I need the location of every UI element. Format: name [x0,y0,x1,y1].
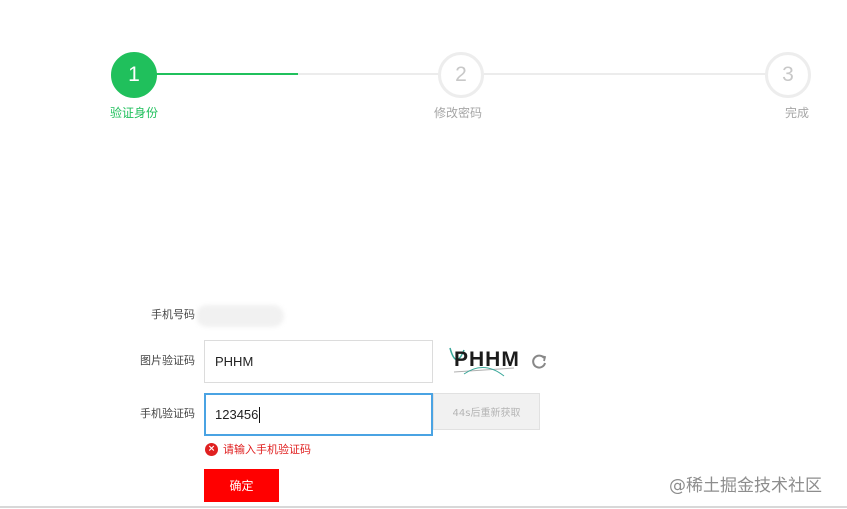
sms-code-label: 手机验证码 [140,407,195,420]
step-1-number: 1 [128,63,140,86]
error-text: 请输入手机验证码 [223,443,311,456]
step-1-label: 验证身份 [110,106,159,120]
text-caret [259,406,261,423]
captcha-text: PHHM [454,348,520,371]
phone-number-masked [196,305,284,327]
watermark: @稀土掘金技术社区 [669,476,822,496]
image-captcha-input[interactable]: PHHM [204,340,433,383]
reset-password-page: 1 2 3 验证身份 修改密码 完成 手机号码 图片验证码 PHHM PHHM … [0,0,847,509]
step-2-circle: 2 [438,52,484,98]
step-3-number: 3 [782,63,794,86]
step-3-label: 完成 [785,106,810,120]
captcha-image[interactable]: PHHM [444,340,528,380]
image-captcha-label: 图片验证码 [140,354,195,367]
step-connector-1 [298,73,440,75]
resend-code-button[interactable]: 44s后重新获取 [433,393,540,430]
sms-code-input[interactable]: 123456 [204,393,433,436]
step-3-circle: 3 [765,52,811,98]
sms-code-value: 123456 [215,407,259,422]
bottom-divider [0,506,847,508]
step-2-number: 2 [455,63,467,86]
step-connector-2 [484,73,766,75]
phone-label: 手机号码 [151,308,195,321]
error-message: × 请输入手机验证码 [205,441,311,457]
step-1-circle: 1 [111,52,157,98]
image-captcha-value: PHHM [215,354,254,369]
step-2-label: 修改密码 [434,106,483,120]
step-progress-line [152,73,298,75]
refresh-icon[interactable] [530,352,548,370]
error-circle-icon: × [205,442,218,456]
confirm-button[interactable]: 确定 [204,469,279,502]
